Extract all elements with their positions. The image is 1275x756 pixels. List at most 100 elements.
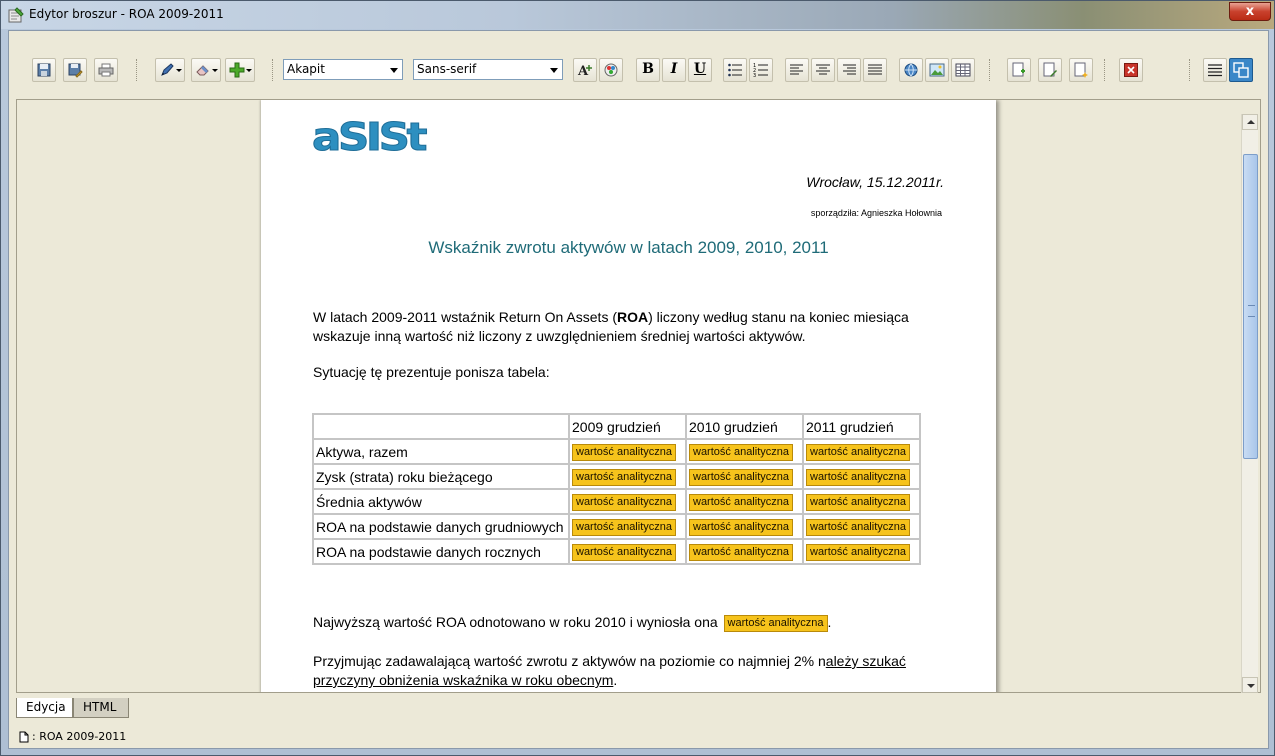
table-header-cell: 2009 grudzień	[569, 414, 686, 439]
analytic-value-field[interactable]: wartość analityczna	[689, 494, 793, 511]
analytic-value-field[interactable]: wartość analityczna	[806, 469, 910, 486]
font-color-button[interactable]: A	[573, 58, 597, 82]
toolbar-separator	[136, 59, 138, 81]
eraser-icon	[196, 65, 209, 76]
bold-button[interactable]: B	[636, 58, 660, 82]
analytic-value-field[interactable]: wartość analityczna	[572, 544, 676, 561]
new-page-button[interactable]	[1069, 58, 1093, 82]
list-view-icon	[1208, 64, 1222, 77]
analytic-value-field[interactable]: wartość analityczna	[689, 444, 793, 461]
editor-area[interactable]: aSISt Wrocław, 15.12.2011r. sporządziła:…	[16, 99, 1261, 693]
document-icon	[19, 731, 29, 743]
chevron-up-icon	[1247, 120, 1255, 124]
list-view-button[interactable]	[1203, 58, 1227, 82]
paragraph-style-select[interactable]: Akapit	[283, 59, 403, 80]
table-intro-paragraph: Sytuację tę prezentuje ponisza tabela:	[313, 364, 550, 380]
insert-link-button[interactable]	[899, 58, 923, 82]
tab-html[interactable]: HTML	[73, 698, 129, 718]
underline-button[interactable]: U	[688, 58, 712, 82]
client-area: Akapit Sans-serif A B I U 1 2 3 aSISt Wr…	[8, 30, 1269, 749]
row-label: Zysk (strata) roku bieżącego	[313, 464, 569, 489]
table-row: Zysk (strata) roku bieżącego wartość ana…	[313, 464, 920, 489]
italic-label: I	[670, 61, 678, 77]
bold-label: B	[642, 61, 654, 77]
asist-logo: aSISt	[312, 117, 428, 155]
analytic-value-field[interactable]: wartość analityczna	[689, 519, 793, 536]
bullet-list-button[interactable]	[723, 58, 747, 82]
title-bar[interactable]: Edytor broszur - ROA 2009-2011 x	[1, 1, 1274, 29]
document-date: Wrocław, 15.12.2011r.	[806, 174, 944, 190]
chevron-down-icon	[1247, 684, 1255, 688]
bullet-list-icon	[728, 63, 742, 77]
color-palette-button[interactable]	[599, 58, 623, 82]
save-button[interactable]	[32, 58, 56, 82]
align-right-button[interactable]	[837, 58, 861, 82]
conclusion-end: .	[613, 672, 618, 688]
svg-text:A: A	[577, 64, 589, 78]
scrollbar-thumb[interactable]	[1243, 154, 1258, 459]
chevron-down-icon	[246, 69, 252, 72]
conclusion-paragraph: Przyjmując zadawalającą wartość zwrotu z…	[313, 652, 953, 690]
insert-table-button[interactable]	[951, 58, 975, 82]
analytic-value-field[interactable]: wartość analityczna	[723, 614, 828, 632]
analytic-value-field[interactable]: wartość analityczna	[689, 544, 793, 561]
save-icon	[37, 63, 51, 77]
underline-label: U	[693, 61, 707, 77]
document-author: sporządziła: Agnieszka Hołownia	[810, 208, 942, 218]
insert-page-button[interactable]	[1007, 58, 1031, 82]
logo-text: aSISt	[312, 117, 427, 155]
analytic-value-field[interactable]: wartość analityczna	[572, 519, 676, 536]
window-view-button[interactable]	[1229, 58, 1253, 82]
svg-text:3: 3	[753, 73, 756, 78]
analytic-value-field[interactable]: wartość analityczna	[806, 494, 910, 511]
delete-button[interactable]	[1119, 58, 1143, 82]
conclusion-text: Przyjmując zadawalającą wartość zwrotu z…	[313, 653, 826, 669]
analytic-value-field[interactable]: wartość analityczna	[572, 444, 676, 461]
align-left-button[interactable]	[785, 58, 809, 82]
vertical-scrollbar[interactable]	[1241, 114, 1258, 693]
document-title: Wskaźnik zwrotu aktywów w latach 2009, 2…	[428, 238, 829, 257]
add-dropdown-button[interactable]	[225, 58, 255, 82]
pen-icon	[161, 63, 174, 76]
analytic-value-field[interactable]: wartość analityczna	[689, 469, 793, 486]
save-as-button[interactable]	[63, 58, 87, 82]
table-header-cell	[313, 414, 569, 439]
intro-text-before: W latach 2009-2011 wstaźnik Return On As…	[313, 309, 617, 325]
align-center-icon	[816, 64, 830, 75]
window-close-button[interactable]: x	[1229, 2, 1271, 21]
delete-icon	[1124, 63, 1138, 77]
paragraph-style-value: Akapit	[287, 62, 325, 76]
table-header-cell: 2010 grudzień	[686, 414, 803, 439]
add-icon	[229, 62, 245, 78]
eraser-dropdown-button[interactable]	[191, 58, 221, 82]
analytic-value-field[interactable]: wartość analityczna	[572, 494, 676, 511]
print-button[interactable]	[94, 58, 118, 82]
row-label: ROA na podstawie danych grudniowych	[313, 514, 569, 539]
chevron-down-icon	[390, 68, 398, 73]
row-label: Aktywa, razem	[313, 439, 569, 464]
roa-table: 2009 grudzień 2010 grudzień 2011 grudzie…	[312, 413, 921, 565]
align-left-icon	[790, 64, 803, 75]
numbered-list-button[interactable]: 123	[749, 58, 773, 82]
scroll-down-button[interactable]	[1242, 677, 1258, 693]
align-center-button[interactable]	[811, 58, 835, 82]
insert-image-button[interactable]	[925, 58, 949, 82]
font-family-select[interactable]: Sans-serif	[413, 59, 563, 80]
analytic-value-field[interactable]: wartość analityczna	[806, 444, 910, 461]
analytic-value-field[interactable]: wartość analityczna	[806, 519, 910, 536]
row-label: ROA na podstawie danych rocznych	[313, 539, 569, 564]
align-justify-button[interactable]	[863, 58, 887, 82]
document-page[interactable]: aSISt Wrocław, 15.12.2011r. sporządziła:…	[261, 100, 996, 692]
analytic-value-field[interactable]: wartość analityczna	[572, 469, 676, 486]
analytic-value-field[interactable]: wartość analityczna	[806, 544, 910, 561]
italic-button[interactable]: I	[662, 58, 686, 82]
scroll-up-button[interactable]	[1242, 114, 1258, 130]
pen-dropdown-button[interactable]	[155, 58, 185, 82]
window-view-icon	[1233, 62, 1249, 78]
edit-page-button[interactable]	[1038, 58, 1062, 82]
image-icon	[929, 63, 945, 77]
table-header-row: 2009 grudzień 2010 grudzień 2011 grudzie…	[313, 414, 920, 439]
max-roa-paragraph: Najwyższą wartość ROA odnotowano w roku …	[313, 613, 953, 632]
insert-page-icon	[1012, 62, 1025, 77]
tab-edycja[interactable]: Edycja	[16, 698, 73, 718]
